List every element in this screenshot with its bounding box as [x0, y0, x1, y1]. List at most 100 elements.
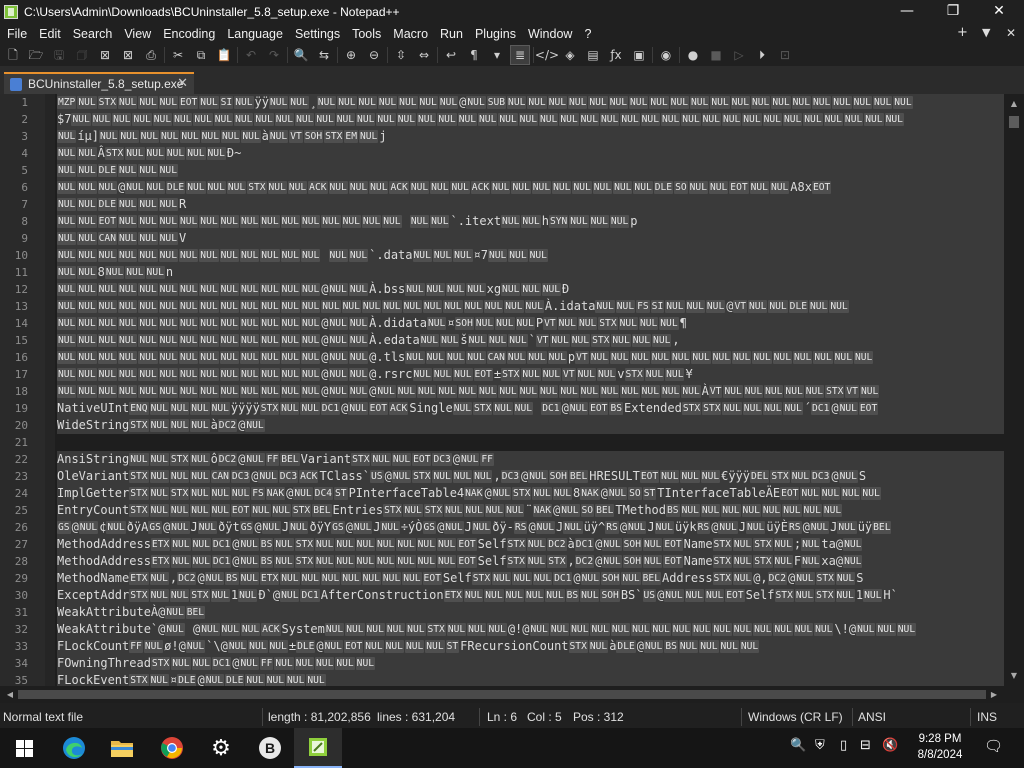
- vertical-scrollbar[interactable]: ▲ ▼: [1004, 94, 1024, 686]
- notepad-plus-plus-taskbar-button[interactable]: [294, 728, 342, 768]
- folder-workspace-icon[interactable]: ▣: [629, 45, 649, 65]
- scroll-up-button[interactable]: ▲: [1004, 96, 1024, 112]
- editor-line[interactable]: 35 FLockEventSTX NUL ¤DLE @NUL DLE NUL NUL NUL NU…: [0, 672, 1004, 686]
- editor-line[interactable]: 33 FLockCountFF NUL ø!@NUL `\@NUL NUL NUL ±DLE @…: [0, 638, 1004, 655]
- editor-line[interactable]: 29 MethodNameETX NUL ,DC2 @NUL BS NUL ETX NUL NUL…: [0, 570, 1004, 587]
- close-window-button[interactable]: ✕: [976, 0, 1022, 24]
- editor-line[interactable]: 8 NUL NUL EOT NUL NUL NUL NUL NUL NUL NUL NUL NUL NUL…: [0, 213, 1004, 230]
- tab-bcuninstaller[interactable]: BCUninstaller_5.8_setup.exe ✕: [4, 72, 194, 94]
- tab-close-button[interactable]: ✕: [177, 76, 188, 91]
- settings-taskbar-button[interactable]: ⚙: [197, 728, 245, 768]
- menu-macro[interactable]: Macro: [386, 27, 433, 41]
- app-b-taskbar-button[interactable]: B: [246, 728, 294, 768]
- notification-icon[interactable]: 🗨: [984, 737, 1003, 755]
- editor-line[interactable]: 26 GS @NUL ¢NUL ðÿAGS @NUL JNUL ðÿtGS @NUL JNUL ðÿ…: [0, 519, 1004, 536]
- editor-line[interactable]: 34 FOwningThreadSTX NUL NUL DC1 @NUL FF NUL NUL N…: [0, 655, 1004, 672]
- menu-encoding[interactable]: Encoding: [156, 27, 220, 41]
- edge-taskbar-button[interactable]: [50, 728, 98, 768]
- function-list-icon[interactable]: ƒx: [606, 45, 626, 65]
- replace-icon[interactable]: ⇆: [314, 45, 334, 65]
- menu-run[interactable]: Run: [433, 27, 468, 41]
- play-macro-icon[interactable]: ▷: [729, 45, 749, 65]
- menu-view[interactable]: View: [117, 27, 156, 41]
- editor-line[interactable]: 32 WeakAttribute`@NUL @NUL NUL NUL ACK System…: [0, 621, 1004, 638]
- menu-edit[interactable]: Edit: [32, 27, 66, 41]
- editor-line[interactable]: 6 NUL NUL NUL @NUL NUL DLE NUL NUL NUL STX NUL NUL AC…: [0, 179, 1004, 196]
- print-icon[interactable]: ⎙: [141, 45, 161, 65]
- editor-line[interactable]: 12 NUL NUL NUL NUL NUL NUL NUL NUL NUL NUL NUL NUL NU…: [0, 281, 1004, 298]
- security-shield-icon[interactable]: ⛨: [815, 738, 825, 753]
- editor-line[interactable]: 23 OleVariantSTX NUL NUL NUL CAN DC3 @NUL DC3 ACK…: [0, 468, 1004, 485]
- menu-window[interactable]: Window: [521, 27, 577, 41]
- menu-plugins[interactable]: Plugins: [468, 27, 521, 41]
- editor-line[interactable]: 19 NativeUIntENQ NUL NUL NUL NUL ÿÿÿÿSTX NUL NUL…: [0, 400, 1004, 417]
- save-all-icon[interactable]: 🗇: [72, 45, 92, 65]
- maximize-button[interactable]: ❐: [930, 0, 976, 24]
- language-icon[interactable]: </>: [535, 45, 559, 65]
- indent-guide-active-icon[interactable]: ≣: [510, 44, 530, 65]
- editor-line[interactable]: 22 AnsiStringNUL NUL STX NUL ôDC2 @NUL FF BEL Var…: [0, 451, 1004, 468]
- cut-icon[interactable]: ✂: [168, 45, 188, 65]
- sync-vertical-icon[interactable]: ⇳: [391, 45, 411, 65]
- editor-line[interactable]: 24 ImplGetterSTX NUL STX NUL NUL NUL FS NAK @NUL D…: [0, 485, 1004, 502]
- find-icon[interactable]: 🔍: [291, 45, 311, 65]
- editor-line[interactable]: 28 MethodAddressETX NUL NUL DC1 @NUL BS NUL STX N…: [0, 553, 1004, 570]
- editor-line[interactable]: 10 NUL NUL NUL NUL NUL NUL NUL NUL NUL NUL NUL NUL NU…: [0, 247, 1004, 264]
- status-encoding[interactable]: ANSI: [858, 703, 886, 728]
- chrome-taskbar-button[interactable]: [148, 728, 196, 768]
- undo-icon[interactable]: ↶: [241, 45, 261, 65]
- save-macro-icon[interactable]: ⊡: [775, 45, 795, 65]
- editor-line[interactable]: 13 NUL NUL NUL NUL NUL NUL NUL NUL NUL NUL NUL NUL NU…: [0, 298, 1004, 315]
- zoom-out-icon[interactable]: ⊖: [364, 45, 384, 65]
- clock[interactable]: 9:28 PM 8/8/2024: [900, 731, 980, 763]
- editor-line[interactable]: 20 WideStringSTX NUL NUL NUL àDC2 @NUL: [0, 417, 1004, 434]
- show-all-chars-icon[interactable]: ¶: [464, 45, 484, 65]
- editor-line[interactable]: 7 NUL NUL DLE NUL NUL NUL R: [0, 196, 1004, 213]
- vertical-scroll-thumb[interactable]: [1009, 116, 1019, 128]
- editor-line[interactable]: 1 MZP NUL STX NUL NUL NUL EOT NUL SI NUL ÿÿNUL NUL ¸N…: [0, 94, 1004, 111]
- editor-line[interactable]: 27 MethodAddressETX NUL NUL DC1 @NUL BS NUL STX N…: [0, 536, 1004, 553]
- sync-horizontal-icon[interactable]: ⇔: [414, 45, 434, 65]
- editor-line[interactable]: 18 NUL NUL NUL NUL NUL NUL NUL NUL NUL NUL NUL NUL NU…: [0, 383, 1004, 400]
- editor-line[interactable]: 3 NUL íµ]NUL NUL NUL NUL NUL NUL NUL NUL àNUL VT SOH…: [0, 128, 1004, 145]
- menu-file[interactable]: File: [0, 27, 32, 41]
- status-insert-mode[interactable]: INS: [977, 703, 997, 728]
- scroll-down-button[interactable]: ▼: [1004, 668, 1024, 684]
- start-button[interactable]: [0, 728, 48, 768]
- document-list-icon[interactable]: ▤: [583, 45, 603, 65]
- network-icon[interactable]: ⊟: [860, 738, 871, 753]
- editor-line[interactable]: 16 NUL NUL NUL NUL NUL NUL NUL NUL NUL NUL NUL NUL NU…: [0, 349, 1004, 366]
- record-macro-icon[interactable]: ●: [683, 45, 703, 65]
- editor-line[interactable]: 9 NUL NUL CAN NUL NUL NUL V: [0, 230, 1004, 247]
- new-tab-plus-button[interactable]: +: [957, 24, 968, 43]
- menu-tools[interactable]: Tools: [345, 27, 386, 41]
- document-map-icon[interactable]: ◈: [560, 45, 580, 65]
- redo-icon[interactable]: ↷: [264, 45, 284, 65]
- scroll-right-button[interactable]: ▶: [986, 686, 1002, 703]
- editor-line[interactable]: 4 NUL NUL ÂSTX NUL NUL NUL NUL NUL Ð~: [0, 145, 1004, 162]
- menu-search[interactable]: Search: [66, 27, 118, 41]
- save-icon[interactable]: 🖫: [49, 45, 69, 65]
- run-macro-multiple-icon[interactable]: ⏵: [752, 45, 772, 65]
- new-file-icon[interactable]: 🗋: [3, 45, 23, 65]
- editor-line[interactable]: 17 NUL NUL NUL NUL NUL NUL NUL NUL NUL NUL NUL NUL NU…: [0, 366, 1004, 383]
- volume-muted-icon[interactable]: 🔇: [882, 738, 898, 753]
- menu-help[interactable]: ?: [577, 27, 596, 41]
- menu-settings[interactable]: Settings: [288, 27, 345, 41]
- editor-line[interactable]: 5 NUL NUL DLE NUL NUL NUL: [0, 162, 1004, 179]
- close-document-button[interactable]: ✕: [1006, 24, 1016, 43]
- editor-line[interactable]: 30 ExceptAddrSTX NUL NUL STX NUL 1NUL Ð`@NUL DC1…: [0, 587, 1004, 604]
- device-tray-icon[interactable]: ▯: [840, 738, 847, 753]
- paste-icon[interactable]: 📋: [214, 45, 234, 65]
- close-icon[interactable]: ⊠: [95, 45, 115, 65]
- minimize-button[interactable]: —: [884, 0, 930, 24]
- editor-line[interactable]: 2 $7NUL NUL NUL NUL NUL NUL NUL NUL NUL NUL NUL NUL N…: [0, 111, 1004, 128]
- menu-language[interactable]: Language: [220, 27, 288, 41]
- scroll-left-button[interactable]: ◀: [2, 686, 18, 703]
- file-explorer-taskbar-button[interactable]: [98, 728, 146, 768]
- editor-area[interactable]: 1 MZP NUL STX NUL NUL NUL EOT NUL SI NUL ÿÿNUL NUL ¸N…: [0, 94, 1024, 686]
- editor-line[interactable]: 31 WeakAttributeÀ@NUL BEL: [0, 604, 1004, 621]
- word-wrap-icon[interactable]: ↩: [441, 45, 461, 65]
- horizontal-scroll-thumb[interactable]: [18, 690, 986, 699]
- editor-line[interactable]: 15 NUL NUL NUL NUL NUL NUL NUL NUL NUL NUL NUL NUL NU…: [0, 332, 1004, 349]
